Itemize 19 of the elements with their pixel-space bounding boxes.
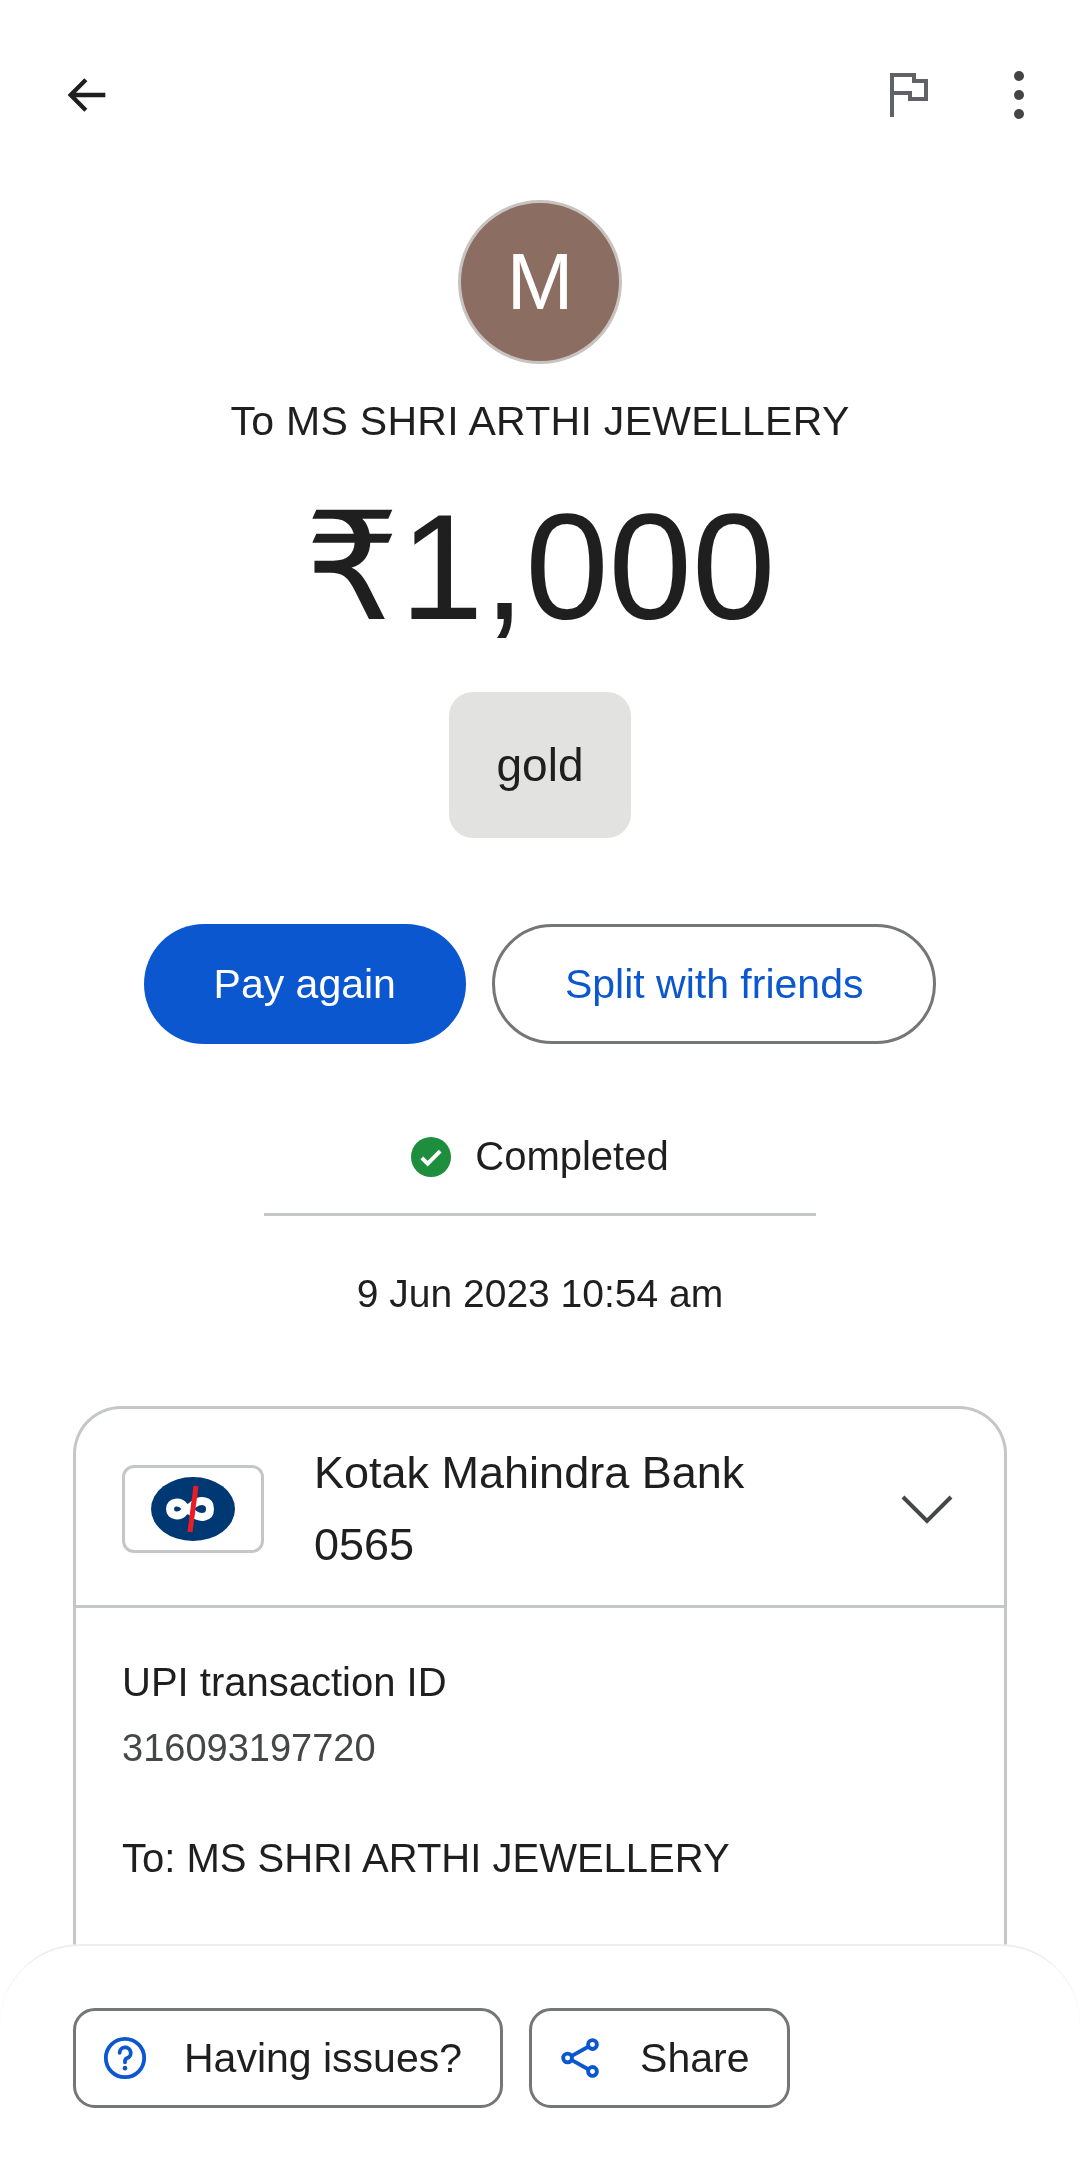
detail-value: 316093197720 xyxy=(122,1727,377,1770)
help-icon xyxy=(102,2035,148,2081)
help-button[interactable]: Having issues? xyxy=(73,2008,504,2108)
check-circle-icon xyxy=(411,1136,452,1177)
detail-label: To: MS SHRI ARTHI JEWELLERY xyxy=(122,1836,731,1881)
pay-again-button[interactable]: Pay again xyxy=(143,924,466,1044)
recipient-name: To MS SHRI ARTHI JEWELLERY xyxy=(230,398,850,445)
avatar: M xyxy=(458,200,622,364)
amount: ₹1,000 xyxy=(304,485,776,650)
transaction-date: 9 Jun 2023 10:54 am xyxy=(356,1272,724,1316)
split-button[interactable]: Split with friends xyxy=(491,924,937,1044)
status-text: Completed xyxy=(475,1134,669,1179)
bank-logo-icon xyxy=(150,1476,236,1542)
detail-label: UPI transaction ID xyxy=(122,1660,448,1705)
more-vertical-icon xyxy=(1012,70,1026,120)
chevron-down-icon xyxy=(900,1493,954,1525)
payment-note: gold xyxy=(448,692,632,838)
bank-account: Kotak Mahindra Bank 0565 xyxy=(314,1446,746,1572)
share-button[interactable]: Share xyxy=(529,2008,791,2108)
